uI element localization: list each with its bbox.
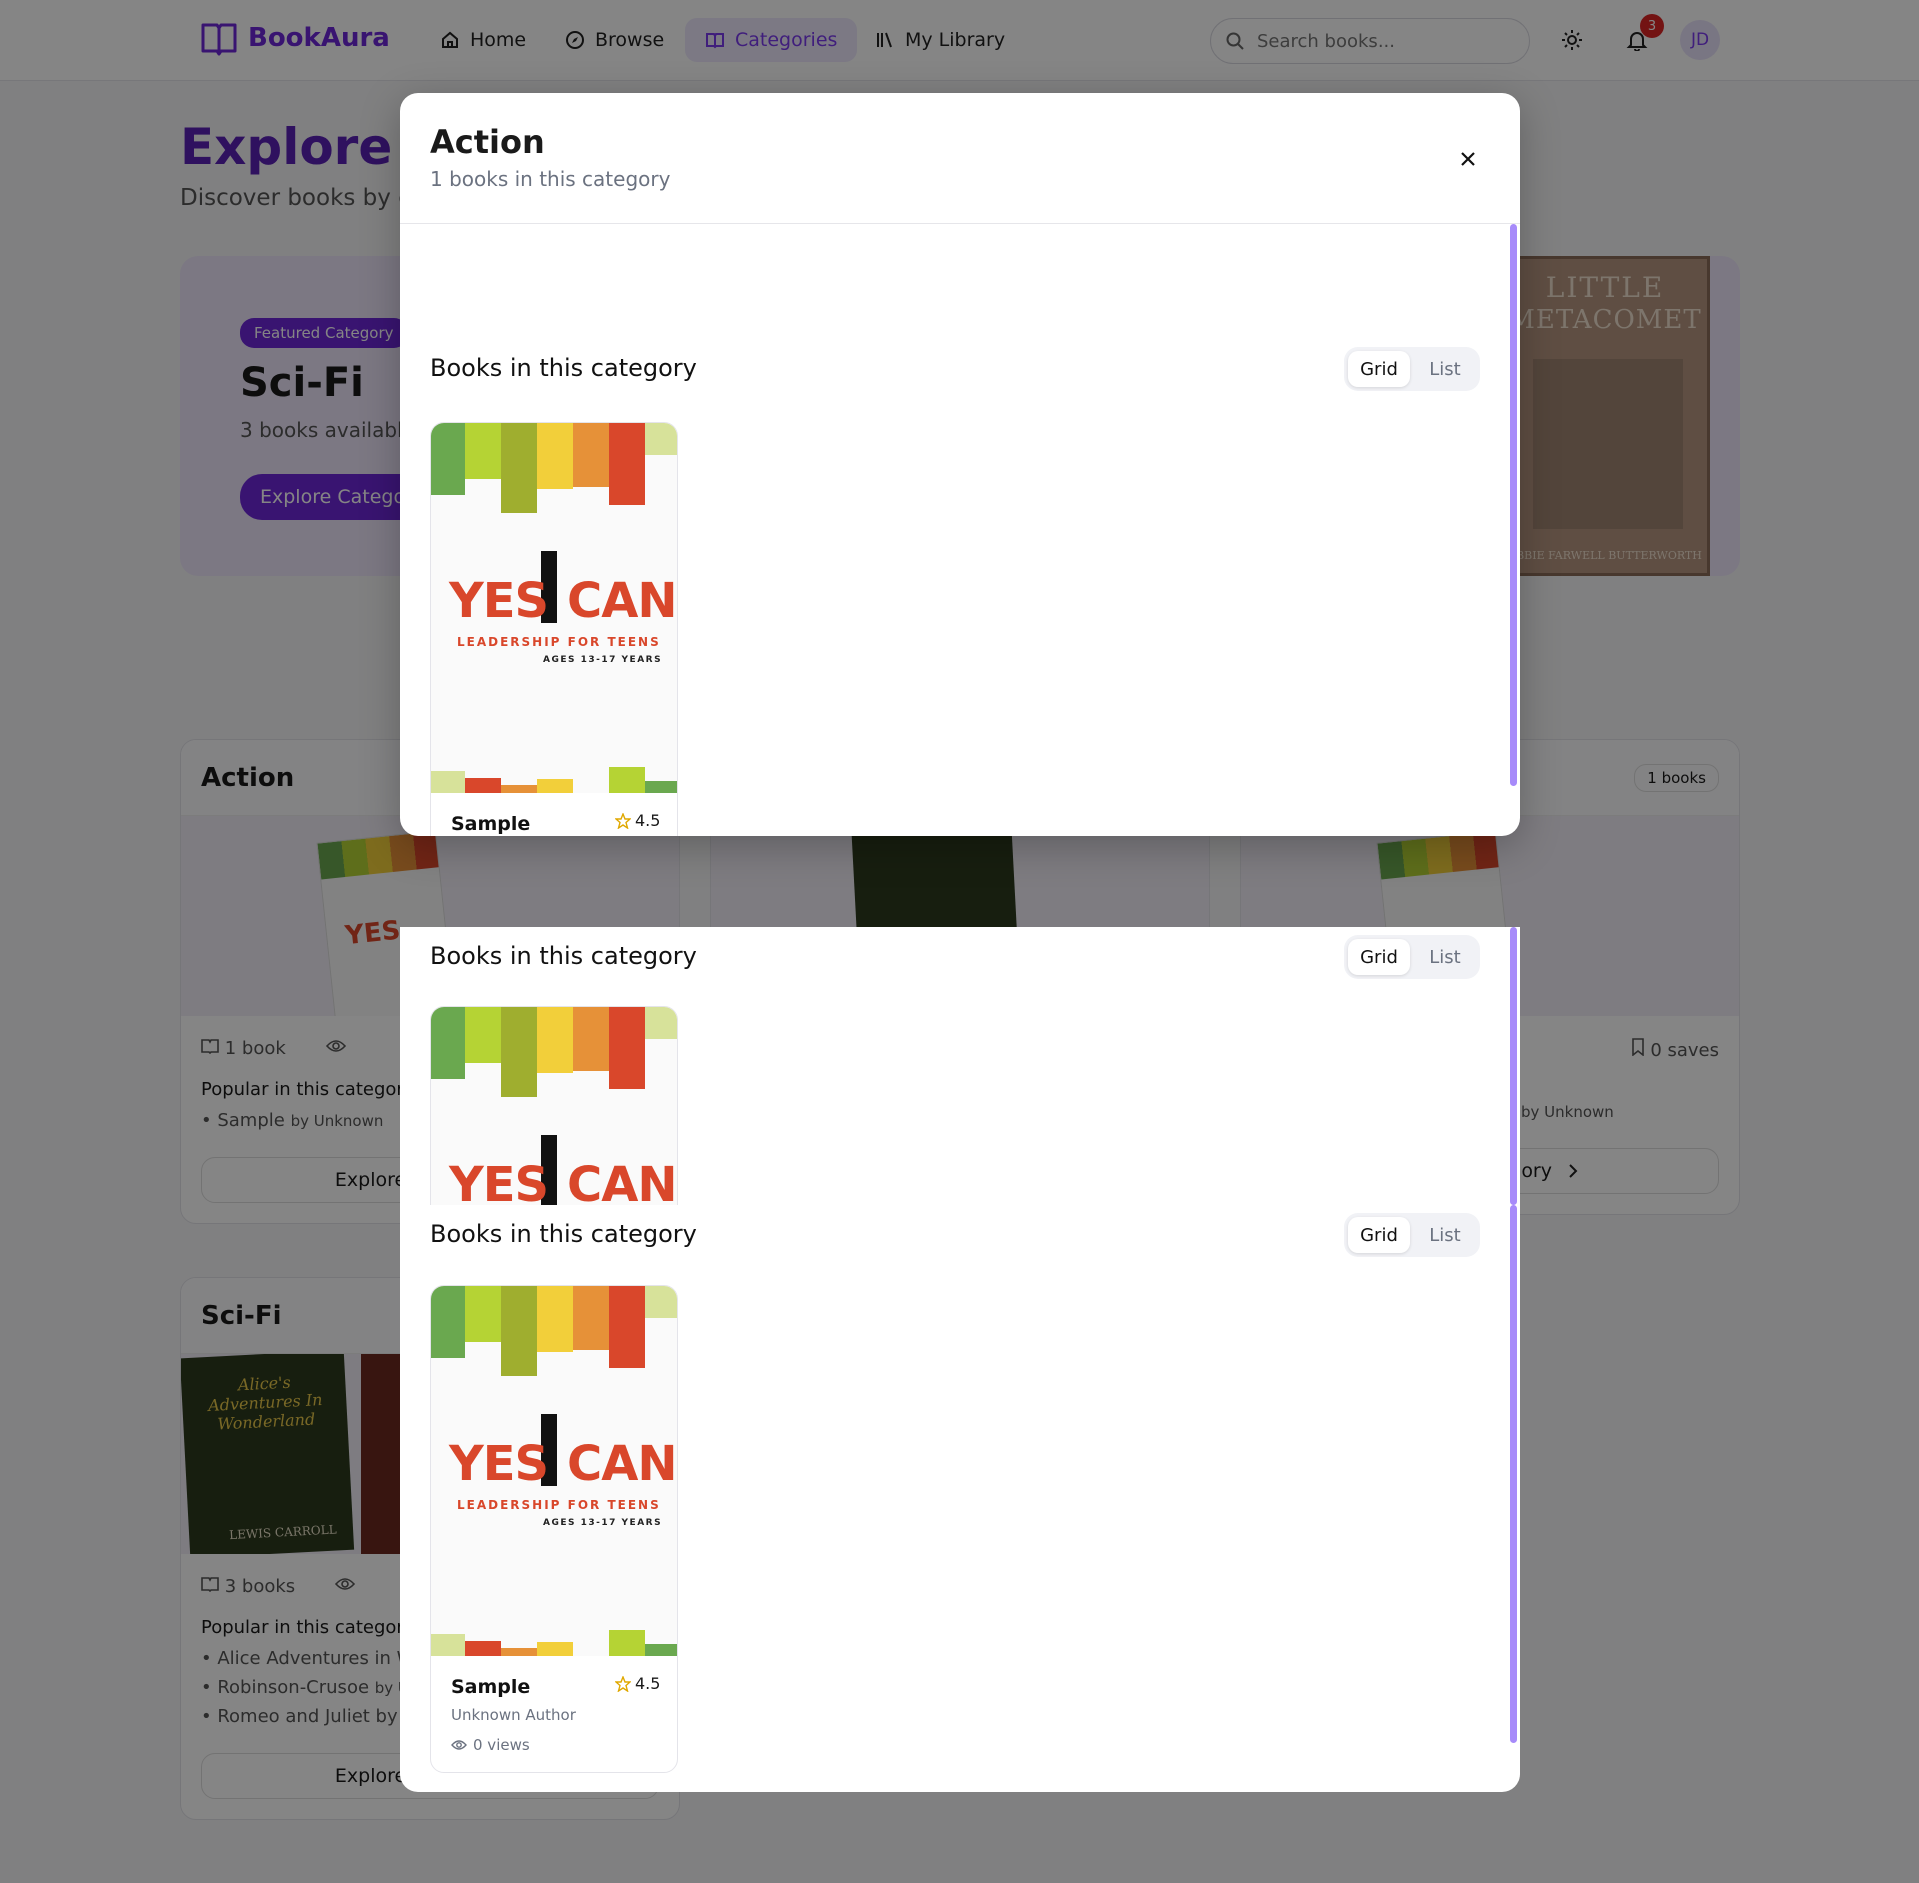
cover-word-can: CAN <box>567 1157 677 1205</box>
book-rating-value: 4.5 <box>635 1674 661 1693</box>
book-card[interactable]: YES CAN <box>430 1006 678 1205</box>
book-title: Sample <box>451 1676 531 1698</box>
category-modal: Action 1 books in this category Books in… <box>400 93 1520 836</box>
book-views: 0 views <box>451 1736 530 1754</box>
cover-subtitle: LEADERSHIP FOR TEENS <box>457 635 661 649</box>
modal-body-duplicate: Books in this category Grid List YES CAN <box>400 927 1520 1205</box>
close-icon <box>1461 152 1475 166</box>
cover-word-can: CAN <box>567 1436 677 1492</box>
grid-view-button[interactable]: Grid <box>1348 1217 1410 1253</box>
book-views-label: 0 views <box>473 1736 530 1754</box>
book-card[interactable]: YES CAN LEADERSHIP FOR TEENS AGES 13-17 … <box>430 422 678 836</box>
star-icon <box>615 1675 631 1692</box>
view-toggle: Grid List <box>1344 347 1480 391</box>
view-toggle: Grid List <box>1344 1213 1480 1257</box>
book-rating: 4.5 <box>615 811 660 830</box>
eye-icon <box>451 1740 467 1750</box>
cover-ages: AGES 13-17 YEARS <box>543 1518 663 1528</box>
close-button[interactable] <box>1450 141 1486 177</box>
list-view-button[interactable]: List <box>1414 1217 1476 1253</box>
list-view-button[interactable]: List <box>1414 939 1476 975</box>
section-title: Books in this category <box>430 942 697 970</box>
section-title: Books in this category <box>430 1220 697 1248</box>
cover-i-dot <box>541 1414 557 1426</box>
scrollbar-thumb[interactable] <box>1510 1205 1517 1743</box>
book-title: Sample <box>451 813 531 835</box>
modal-title: Action <box>430 123 545 161</box>
star-icon <box>615 812 631 829</box>
view-toggle: Grid List <box>1344 935 1480 979</box>
book-rating: 4.5 <box>615 1674 660 1693</box>
cover-ages: AGES 13-17 YEARS <box>543 655 663 665</box>
modal-body-duplicate: Books in this category Grid List YES CAN… <box>400 1205 1520 1792</box>
book-card[interactable]: YES CAN LEADERSHIP FOR TEENS AGES 13-17 … <box>430 1285 678 1773</box>
book-cover: YES CAN LEADERSHIP FOR TEENS AGES 13-17 … <box>431 1286 677 1656</box>
grid-view-button[interactable]: Grid <box>1348 939 1410 975</box>
book-cover: YES CAN <box>431 1007 677 1205</box>
scrollbar-thumb[interactable] <box>1510 927 1517 1205</box>
modal-header: Action 1 books in this category <box>400 93 1520 224</box>
cover-word-can: CAN <box>567 573 677 629</box>
cover-i-dot <box>541 1135 557 1147</box>
cover-i-dot <box>541 551 557 563</box>
modal-subtitle: 1 books in this category <box>430 167 671 191</box>
book-author: Unknown Author <box>451 1706 576 1724</box>
cover-word-yes: YES <box>449 573 549 629</box>
modal-body[interactable]: Books in this category Grid List YES CAN… <box>400 224 1520 836</box>
cover-word-yes: YES <box>449 1157 549 1205</box>
book-rating-value: 4.5 <box>635 811 661 830</box>
grid-view-button[interactable]: Grid <box>1348 351 1410 387</box>
section-title: Books in this category <box>430 354 697 382</box>
list-view-button[interactable]: List <box>1414 351 1476 387</box>
scrollbar-thumb[interactable] <box>1510 224 1517 786</box>
cover-subtitle: LEADERSHIP FOR TEENS <box>457 1498 661 1512</box>
book-cover: YES CAN LEADERSHIP FOR TEENS AGES 13-17 … <box>431 423 677 793</box>
cover-word-yes: YES <box>449 1436 549 1492</box>
